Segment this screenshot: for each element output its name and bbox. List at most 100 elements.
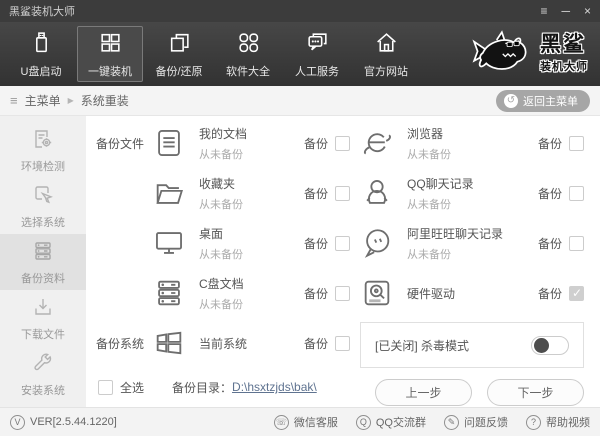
backup-item-title: 我的文档 bbox=[199, 126, 248, 141]
backup-data-icon bbox=[31, 239, 55, 266]
official-website-icon bbox=[374, 30, 399, 58]
backup-checkbox-favorites[interactable] bbox=[335, 185, 350, 201]
backup-label: 备份 bbox=[537, 186, 562, 201]
nav-item-live-support[interactable]: 人工服务 bbox=[284, 26, 350, 82]
backup-checkbox-my-documents[interactable] bbox=[335, 135, 350, 151]
antivirus-mode-label: [已关闭] 杀毒模式 bbox=[375, 338, 470, 353]
backup-item-title: 浏览器 bbox=[407, 126, 444, 141]
help-video-link[interactable]: ? 帮助视频 bbox=[526, 414, 590, 430]
nav-item-official-website[interactable]: 官方网站 bbox=[353, 26, 419, 82]
sidebar-item-download-files[interactable]: 下载文件 bbox=[0, 290, 86, 346]
backup-label: 备份 bbox=[303, 136, 328, 151]
software-collection-icon bbox=[236, 30, 261, 58]
back-to-main-menu-button[interactable]: ↺ 返回主菜单 bbox=[496, 89, 590, 112]
environment-check-icon bbox=[31, 127, 55, 154]
section-label-system: 备份系统 bbox=[96, 336, 145, 351]
title-bar: 黑鲨装机大师 ≡ ─ × bbox=[0, 0, 600, 22]
wizard-buttons: 上一步 下一步 bbox=[356, 379, 584, 406]
wechat-service-icon: ☏ bbox=[273, 414, 289, 430]
hardware-driver-icon bbox=[360, 276, 394, 310]
nav-item-label: U盘启动 bbox=[20, 65, 62, 78]
antivirus-toggle[interactable] bbox=[531, 335, 569, 355]
backup-item-row: 桌面 从未备份 备份 bbox=[90, 218, 356, 268]
backup-item-title: 阿里旺旺聊天记录 bbox=[407, 226, 504, 241]
backup-checkbox-browser[interactable] bbox=[569, 135, 584, 151]
close-icon[interactable]: × bbox=[584, 5, 591, 17]
breadcrumb-current: 系统重装 bbox=[80, 94, 129, 108]
c-drive-docs-icon bbox=[152, 276, 186, 310]
antivirus-mode-box: [已关闭] 杀毒模式 bbox=[360, 322, 584, 368]
next-step-button[interactable]: 下一步 bbox=[487, 379, 584, 406]
help-video-icon: ? bbox=[526, 414, 541, 430]
nav-item-usb-boot[interactable]: U盘启动 bbox=[8, 26, 74, 82]
qq-group-link[interactable]: Q QQ交流群 bbox=[355, 414, 426, 430]
sidebar-item-environment-check[interactable]: 环境检测 bbox=[0, 122, 86, 178]
backup-label: 备份 bbox=[303, 336, 328, 351]
current-system-icon bbox=[152, 326, 186, 360]
sidebar-item-select-system[interactable]: 选择系统 bbox=[0, 178, 86, 234]
select-all-checkbox[interactable] bbox=[98, 379, 113, 395]
nav-item-label: 人工服务 bbox=[295, 65, 339, 78]
backup-checkbox-current-system[interactable] bbox=[335, 335, 350, 351]
desktop-icon bbox=[152, 226, 186, 260]
live-support-icon bbox=[305, 30, 330, 58]
window-title: 黑鲨装机大师 bbox=[9, 6, 75, 18]
step-sidebar: 环境检测 选择系统 备份资料 下载文件 安装系统 bbox=[0, 116, 86, 407]
shark-logo-icon bbox=[470, 27, 532, 82]
install-system-icon bbox=[31, 351, 55, 378]
menu-icon[interactable]: ≡ bbox=[540, 5, 547, 17]
sidebar-item-install-system[interactable]: 安装系统 bbox=[0, 346, 86, 402]
my-documents-icon bbox=[152, 126, 186, 160]
backup-apps-column: 浏览器 从未备份 备份 QQ聊天记录 从未备份 备份 阿里旺旺聊天记录 从未备份 备份 bbox=[356, 118, 590, 407]
backup-checkbox-hardware-driver[interactable] bbox=[569, 285, 584, 301]
backup-item-title: 收藏夹 bbox=[199, 176, 236, 191]
sidebar-item-backup-data[interactable]: 备份资料 bbox=[0, 234, 86, 290]
status-link-label: 帮助视频 bbox=[546, 417, 590, 429]
sidebar-item-label: 环境检测 bbox=[21, 160, 65, 173]
breadcrumb: ≡ 主菜单 ▶ 系统重装 ↺ 返回主菜单 bbox=[0, 86, 600, 116]
backup-dir-link[interactable]: D:\hsxtzjds\bak\ bbox=[232, 380, 317, 394]
breadcrumb-root[interactable]: 主菜单 bbox=[25, 92, 61, 109]
app-window: 黑鲨装机大师 ≡ ─ × U盘启动 一键装机 备份/还原 软件大全 人工服务 官… bbox=[0, 0, 600, 436]
backup-item-title: 硬件驱动 bbox=[407, 286, 456, 301]
feedback-icon: ✎ bbox=[444, 414, 459, 430]
backup-checkbox-aliwangwang[interactable] bbox=[569, 235, 584, 251]
backup-dir-label: 备份目录： bbox=[172, 380, 233, 395]
feedback-link[interactable]: ✎ 问题反馈 bbox=[444, 414, 508, 430]
download-files-icon bbox=[31, 295, 55, 322]
previous-step-button[interactable]: 上一步 bbox=[375, 379, 472, 406]
backup-checkbox-qq-chat[interactable] bbox=[569, 185, 584, 201]
nav-item-software-collection[interactable]: 软件大全 bbox=[215, 26, 281, 82]
backup-item-row: 硬件驱动 备份 bbox=[356, 268, 590, 318]
backup-item-row: QQ聊天记录 从未备份 备份 bbox=[356, 168, 590, 218]
backup-label: 备份 bbox=[537, 236, 562, 251]
toggle-knob bbox=[534, 337, 549, 353]
backup-label: 备份 bbox=[303, 236, 328, 251]
wechat-service-link[interactable]: ☏ 微信客服 bbox=[273, 414, 338, 430]
nav-item-one-key-install[interactable]: 一键装机 bbox=[77, 26, 143, 82]
backup-label: 备份 bbox=[537, 136, 562, 151]
aliwangwang-chat-icon bbox=[360, 226, 394, 260]
backup-checkbox-desktop[interactable] bbox=[335, 235, 350, 251]
one-key-install-icon bbox=[98, 30, 123, 58]
top-nav: U盘启动 一键装机 备份/还原 软件大全 人工服务 官方网站 黑鲨 装机大师 bbox=[0, 22, 600, 86]
nav-item-backup-restore[interactable]: 备份/还原 bbox=[146, 26, 212, 82]
back-button-label: 返回主菜单 bbox=[523, 95, 578, 108]
nav-item-label: 官方网站 bbox=[364, 65, 408, 78]
backup-item-row: C盘文档 从未备份 备份 bbox=[90, 268, 356, 318]
minimize-icon[interactable]: ─ bbox=[561, 5, 570, 17]
brand-logo: 黑鲨 装机大师 bbox=[470, 27, 592, 82]
backup-checkbox-c-drive-docs[interactable] bbox=[335, 285, 350, 301]
qq-group-icon: Q bbox=[355, 414, 371, 430]
status-link-label: 微信客服 bbox=[293, 417, 338, 429]
sidebar-item-label: 备份资料 bbox=[21, 272, 65, 285]
backup-item-status: 从未备份 bbox=[407, 148, 451, 161]
backup-label: 备份 bbox=[537, 286, 562, 301]
version-text: VER[2.5.44.1220] bbox=[30, 416, 117, 428]
sidebar-item-label: 选择系统 bbox=[21, 216, 65, 229]
backup-item-title: 桌面 bbox=[199, 226, 224, 241]
favorites-folder-icon bbox=[152, 176, 186, 210]
backup-item-status: 从未备份 bbox=[199, 298, 243, 311]
backup-panel: 备份文件 我的文档 从未备份 备份 收藏夹 从未备份 备份 桌面从未备份 备份 … bbox=[86, 116, 600, 407]
status-link-label: QQ交流群 bbox=[375, 417, 426, 429]
